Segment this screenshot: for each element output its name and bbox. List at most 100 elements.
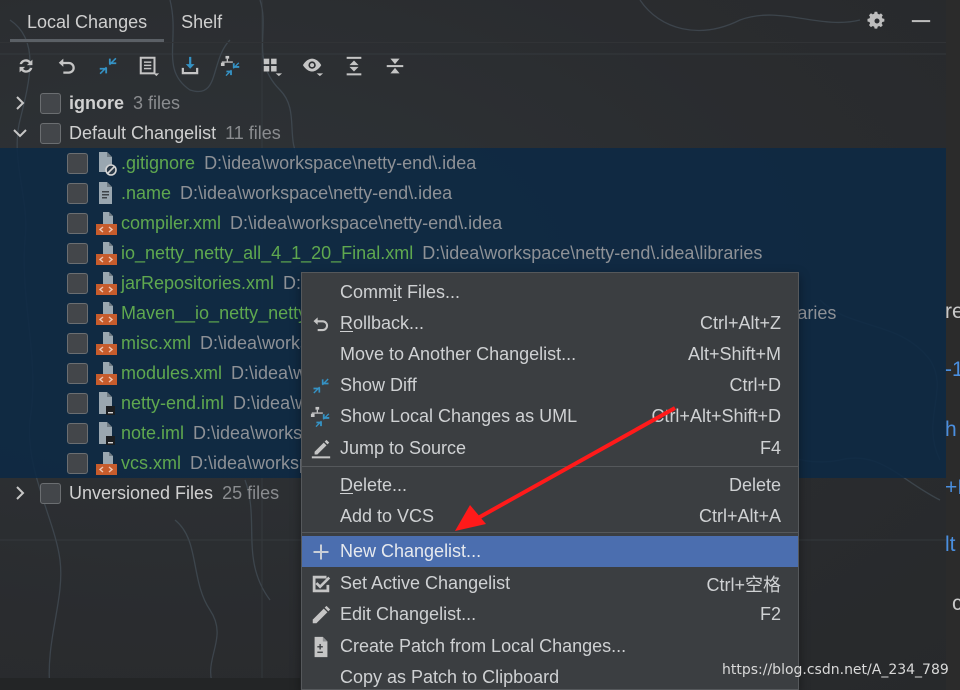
xml-file-icon (94, 210, 118, 236)
group-by-button[interactable] (258, 52, 286, 80)
iml-file-icon (94, 390, 118, 416)
file-row[interactable]: .gitignore D:\idea\workspace\netty-end\.i… (0, 148, 946, 178)
menu-item-new-changelist[interactable]: New Changelist... (302, 536, 798, 567)
menu-item-create-patch-from-local-changes[interactable]: Create Patch from Local Changes... (302, 631, 798, 662)
file-name: compiler.xml (121, 212, 222, 233)
menu-item-label: Edit Changelist... (340, 604, 477, 624)
menu-item-shortcut: Ctrl+Alt+Shift+D (651, 406, 781, 426)
refresh-icon (19, 59, 33, 73)
refresh-button[interactable] (12, 52, 40, 80)
changelist-ignore[interactable]: ignore 3 files (0, 88, 946, 118)
tab-divider (0, 42, 946, 43)
file-name: netty-end.iml (121, 392, 225, 413)
file-checkbox[interactable] (67, 272, 88, 294)
context-menu: Commit Files... Rollback... Ctrl+Alt+Z Move… (301, 272, 799, 690)
menu-separator (302, 466, 798, 467)
menu-item-add-to-vcs[interactable]: Add to VCS Ctrl+Alt+A (302, 501, 798, 532)
menu-item-label: Show Local Changes as UML (340, 406, 578, 426)
changelist-menu-button[interactable] (135, 52, 163, 80)
text-file-icon (94, 180, 118, 206)
tab-local-changes[interactable]: Local Changes (10, 8, 165, 42)
gear-icon[interactable] (866, 10, 888, 32)
eye-icon (302, 58, 324, 77)
file-name: .name (121, 182, 172, 203)
update-button[interactable] (176, 52, 204, 80)
file-checkbox[interactable] (67, 452, 88, 474)
diff-arrows-icon (99, 57, 117, 75)
file-name: misc.xml (121, 332, 191, 353)
file-checkbox[interactable] (67, 332, 88, 354)
chevron-right-icon[interactable] (10, 93, 30, 113)
xml-file-icon (94, 360, 118, 386)
view-options-button[interactable] (299, 52, 327, 80)
expand-all-button[interactable] (340, 52, 368, 80)
menu-item-show-diff[interactable]: Show Diff Ctrl+D (302, 370, 798, 401)
patch-icon (310, 636, 332, 658)
file-row[interactable]: compiler.xml D:\idea\workspace\netty-end\… (0, 208, 946, 238)
plus-icon (310, 541, 332, 563)
menu-item-label: Create Patch from Local Changes... (340, 636, 627, 656)
file-checkbox[interactable] (67, 152, 88, 174)
file-checkbox[interactable] (67, 242, 88, 264)
chevron-right-icon[interactable] (10, 483, 30, 503)
menu-item-delete[interactable]: Delete... Delete (302, 470, 798, 501)
file-path: D:\idea\workspace\netty-end\.idea (180, 182, 453, 203)
file-name: .gitignore (121, 152, 196, 173)
menu-item-edit-changelist[interactable]: Edit Changelist... F2 (302, 599, 798, 630)
editor-fragment: h (945, 418, 957, 441)
bottom-bar (0, 678, 300, 690)
changelist-name: Default Changelist (69, 122, 217, 143)
changelist-count: 3 files (133, 92, 181, 113)
file-name: vcs.xml (121, 452, 181, 473)
chevron-down-icon[interactable] (10, 123, 30, 143)
rollback-button[interactable] (53, 52, 81, 80)
file-checkbox[interactable] (67, 212, 88, 234)
menu-item-move-to-another-changelist[interactable]: Move to Another Changelist... Alt+Shift+M (302, 339, 798, 370)
editor-edge (946, 0, 960, 690)
changelist-checkbox[interactable] (40, 92, 61, 114)
xml-file-icon (94, 300, 118, 326)
show-uml-button[interactable] (217, 52, 245, 80)
expand-all-icon (346, 56, 362, 76)
file-row[interactable]: .name D:\idea\workspace\netty-end\.idea (0, 178, 946, 208)
menu-item-shortcut: Ctrl+Alt+A (698, 506, 781, 526)
menu-item-label: Rollback... (340, 313, 425, 333)
menu-item-label: Jump to Source (340, 438, 467, 458)
file-checkbox[interactable] (67, 182, 88, 204)
minimize-icon[interactable] (910, 10, 932, 32)
file-name: note.iml (121, 422, 185, 443)
changelist-default[interactable]: Default Changelist 11 files (0, 118, 946, 148)
collapse-all-button[interactable] (381, 52, 409, 80)
diff-icon (310, 375, 332, 397)
menu-item-commit-files[interactable]: Commit Files... (302, 277, 798, 308)
file-path: D:\idea\workspace\netty-end\.idea (204, 152, 477, 173)
menu-item-show-local-changes-as-uml[interactable]: Show Local Changes as UML Ctrl+Alt+Shift+… (302, 401, 798, 432)
file-name: io_netty_netty_all_4_1_20_Final.xml (121, 242, 414, 263)
show-diff-button[interactable] (94, 52, 122, 80)
menu-item-label: New Changelist... (340, 541, 482, 561)
file-checkbox[interactable] (67, 422, 88, 444)
editor-fragment: c (952, 592, 960, 615)
menu-item-rollback[interactable]: Rollback... Ctrl+Alt+Z (302, 308, 798, 339)
changelist-checkbox[interactable] (40, 122, 61, 144)
file-row[interactable]: io_netty_netty_all_4_1_20_Final.xml D:\id… (0, 238, 946, 268)
file-checkbox[interactable] (67, 392, 88, 414)
toolbar (12, 52, 409, 80)
file-checkbox[interactable] (67, 302, 88, 324)
menu-item-jump-to-source[interactable]: Jump to Source F4 (302, 433, 798, 464)
pencil-icon (310, 604, 332, 626)
xml-file-icon (94, 330, 118, 356)
editor-fragment: lt (945, 533, 956, 556)
changelist-name: ignore (69, 92, 125, 113)
menu-item-set-active-changelist[interactable]: Set Active Changelist Ctrl+空格 (302, 568, 798, 599)
menu-item-label: Show Diff (340, 375, 417, 395)
file-checkbox[interactable] (67, 362, 88, 384)
menu-item-label: Commit Files... (340, 282, 461, 302)
menu-item-label: Add to VCS (340, 506, 435, 526)
panel-actions (866, 10, 932, 32)
tab-shelf[interactable]: Shelf (164, 8, 239, 42)
undo-icon (58, 58, 75, 74)
menu-item-label: Set Active Changelist (340, 573, 511, 593)
list-dropdown-icon (139, 56, 160, 77)
changelist-checkbox[interactable] (40, 482, 61, 504)
